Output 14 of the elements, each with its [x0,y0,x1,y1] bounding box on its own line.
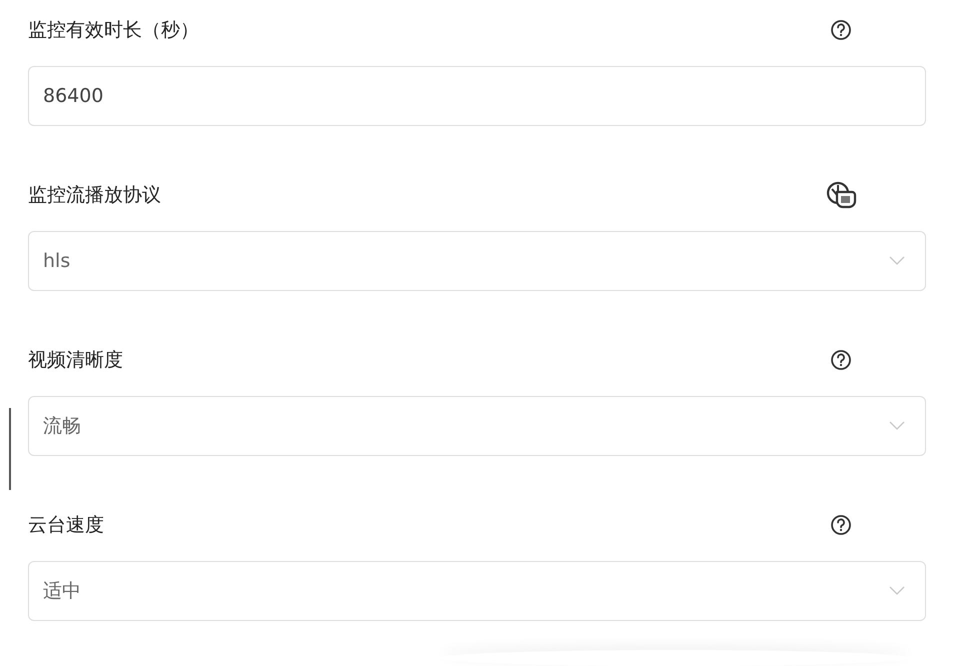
field-label: 云台速度 [28,513,104,538]
chevron-down-icon [889,586,905,596]
help-icon[interactable] [830,514,852,536]
field-label: 视频清晰度 [28,348,123,373]
field-label: 监控流播放协议 [28,183,161,208]
help-icon[interactable] [830,349,852,371]
chevron-down-icon [889,256,905,266]
help-icon[interactable] [830,19,852,41]
input-field[interactable]: 86400 [28,66,926,126]
select-field[interactable]: hls [28,231,926,291]
field-label: 监控有效时长（秒） [28,18,199,43]
select-field[interactable]: 适中 [28,561,926,621]
select-field[interactable]: 流畅 [28,396,926,456]
chevron-down-icon [889,421,905,431]
